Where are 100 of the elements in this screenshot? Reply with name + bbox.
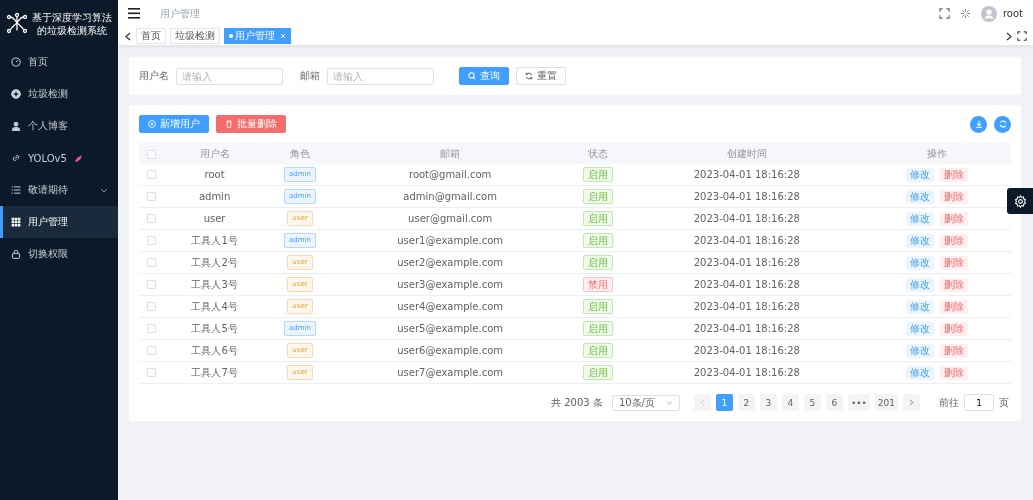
status-tag: 启用 xyxy=(583,343,614,358)
settings-button[interactable] xyxy=(1007,188,1033,214)
delete-button[interactable]: 删除 xyxy=(939,343,968,358)
settings-icon xyxy=(1013,194,1027,208)
trash-icon xyxy=(225,120,233,128)
fullscreen-icon[interactable] xyxy=(938,8,950,19)
sidebar-item[interactable]: 首页 xyxy=(0,46,118,78)
avatar-icon[interactable] xyxy=(980,5,997,22)
table-cell: 工具人7号 xyxy=(191,366,238,378)
table-cell: user6@example.com xyxy=(397,344,504,356)
fullscreen-icon[interactable] xyxy=(1017,31,1027,41)
sparkle-icon[interactable] xyxy=(959,8,971,19)
status-tag: 启用 xyxy=(583,365,614,380)
delete-button[interactable]: 删除 xyxy=(939,167,968,182)
page-tab[interactable]: 垃圾检测 xyxy=(170,28,220,44)
page-tab[interactable]: 用户管理 xyxy=(224,28,291,44)
breadcrumb: 用户管理 xyxy=(160,6,200,21)
delete-button[interactable]: 删除 xyxy=(939,277,968,292)
plus-circle-icon xyxy=(148,120,156,128)
table-cell: 工具人6号 xyxy=(191,344,238,356)
field-label: 用户名 xyxy=(139,69,169,83)
refresh-icon xyxy=(998,120,1007,128)
status-tag: 启用 xyxy=(583,299,614,314)
sidebar-item[interactable]: 个人博客 xyxy=(0,110,118,142)
delete-button[interactable]: 删除 xyxy=(939,211,968,226)
page-button[interactable]: 201 xyxy=(874,394,898,411)
chevron-left-icon xyxy=(699,399,706,406)
table-cell: 工具人1号 xyxy=(191,234,238,246)
status-tag: 启用 xyxy=(583,211,614,226)
edit-button[interactable]: 修改 xyxy=(905,167,934,182)
page-number-field[interactable]: 1 xyxy=(964,394,994,411)
row-checkbox[interactable] xyxy=(147,236,156,245)
text-field[interactable]: 请输入 xyxy=(327,67,434,85)
table-cell: 工具人2号 xyxy=(191,256,238,268)
sidebar-item[interactable]: 用户管理 xyxy=(0,206,118,238)
page-tab[interactable]: 首页 xyxy=(136,28,166,44)
text-field[interactable]: 请输入 xyxy=(176,67,283,85)
total-count: 共 2003 条 xyxy=(551,395,603,410)
next-page-button[interactable] xyxy=(903,394,920,411)
dashboard-icon xyxy=(11,57,21,67)
row-checkbox[interactable] xyxy=(147,280,156,289)
status-tag: 启用 xyxy=(583,321,614,336)
edit-button[interactable]: 修改 xyxy=(905,189,934,204)
delete-button[interactable]: 删除 xyxy=(939,321,968,336)
download-button[interactable] xyxy=(970,115,987,133)
sidebar-item[interactable]: 敬请期待 xyxy=(0,174,118,206)
chevron-right-icon[interactable] xyxy=(1005,31,1013,41)
row-checkbox[interactable] xyxy=(147,258,156,267)
table-cell: user2@example.com xyxy=(397,256,504,268)
table-cell: user7@example.com xyxy=(397,366,504,378)
edit-button[interactable]: 修改 xyxy=(905,299,934,314)
batch-delete-button[interactable]: 批量删除 xyxy=(216,115,286,133)
row-checkbox[interactable] xyxy=(147,302,156,311)
username-label[interactable]: root xyxy=(1002,8,1023,19)
edit-button[interactable]: 修改 xyxy=(905,365,934,380)
page-button[interactable]: 6 xyxy=(825,394,843,411)
page-size-select[interactable]: 10条/页 xyxy=(611,394,680,411)
sidebar-item[interactable]: 垃圾检测 xyxy=(0,78,118,110)
table-cell: 2023-04-01 18:16:28 xyxy=(693,300,800,312)
page-button[interactable]: 4 xyxy=(781,394,799,411)
row-checkbox[interactable] xyxy=(147,346,156,355)
page-button[interactable]: 3 xyxy=(759,394,777,411)
delete-button[interactable]: 删除 xyxy=(939,365,968,380)
reset-button[interactable]: 重置 xyxy=(516,67,566,85)
add-user-button[interactable]: 新增用户 xyxy=(139,115,209,133)
edit-button[interactable]: 修改 xyxy=(905,321,934,336)
edit-button[interactable]: 修改 xyxy=(905,343,934,358)
chevron-icon xyxy=(665,399,673,406)
page-button[interactable]: 2 xyxy=(737,394,755,411)
column-header: 用户名 xyxy=(199,147,230,159)
search-button[interactable]: 查询 xyxy=(459,67,509,85)
edit-button[interactable]: 修改 xyxy=(905,233,934,248)
page-button[interactable]: ••• xyxy=(847,394,870,411)
delete-button[interactable]: 删除 xyxy=(939,233,968,248)
row-checkbox[interactable] xyxy=(147,214,156,223)
sidebar-item[interactable]: 切换权限 xyxy=(0,238,118,270)
close-icon[interactable] xyxy=(280,33,286,39)
edit-button[interactable]: 修改 xyxy=(905,211,934,226)
row-checkbox[interactable] xyxy=(147,192,156,201)
table-cell: admin@gmail.com xyxy=(403,190,497,202)
table-cell: user4@example.com xyxy=(397,300,504,312)
row-checkbox[interactable] xyxy=(147,368,156,377)
page-button[interactable]: 1 xyxy=(715,394,733,411)
app-title: 基于深度学习算法 xyxy=(32,11,112,24)
delete-button[interactable]: 删除 xyxy=(939,299,968,314)
edit-button[interactable]: 修改 xyxy=(905,255,934,270)
row-checkbox[interactable] xyxy=(147,324,156,333)
page-button[interactable]: 5 xyxy=(803,394,821,411)
menu-icon[interactable] xyxy=(128,8,140,19)
previous-page-button[interactable] xyxy=(693,394,711,411)
delete-button[interactable]: 删除 xyxy=(939,189,968,204)
row-checkbox[interactable] xyxy=(147,170,156,179)
table-cell: root xyxy=(204,168,225,180)
plus-circle-icon xyxy=(11,89,21,99)
chevron-left-icon[interactable] xyxy=(124,31,132,41)
delete-button[interactable]: 删除 xyxy=(939,255,968,270)
refresh-button[interactable] xyxy=(994,115,1011,133)
select-all-checkbox[interactable] xyxy=(147,149,156,159)
sidebar-item[interactable]: YOLOv5 xyxy=(0,142,118,174)
edit-button[interactable]: 修改 xyxy=(905,277,934,292)
